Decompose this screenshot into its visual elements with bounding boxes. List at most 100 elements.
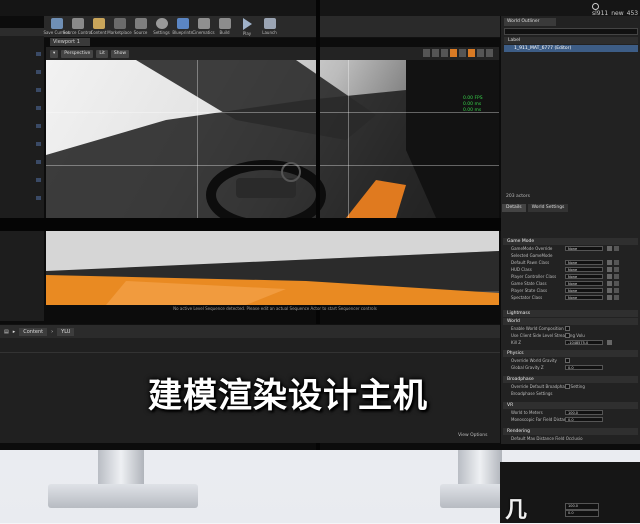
camera-speed-icon[interactable] (477, 49, 484, 57)
panel-row-icon[interactable] (36, 142, 41, 146)
browse-icon[interactable] (607, 260, 612, 265)
marketplace-button[interactable]: Marketplace (107, 16, 132, 38)
source-button[interactable]: Source (130, 16, 151, 38)
screen-top-dark (0, 0, 640, 16)
panel-row-icon[interactable] (36, 178, 41, 182)
viewport-grid-line (197, 60, 198, 218)
add-icon[interactable] (614, 295, 619, 300)
marketplace-icon (113, 18, 126, 29)
nav-arrow-icon[interactable]: ▸ (13, 329, 16, 335)
grid-snap-icon[interactable] (450, 49, 457, 57)
section-rendering[interactable]: Rendering (503, 428, 638, 435)
browse-icon[interactable] (607, 246, 612, 251)
rotate-icon[interactable] (432, 49, 439, 57)
source-icon (134, 18, 147, 29)
prop-spectator-class: Spectator Class None (503, 294, 638, 301)
content-browser-bar: ▤ ▸ Content › YLU (0, 324, 500, 338)
prop-override-gravity: Override World Gravity (503, 357, 638, 364)
source-control-button[interactable]: Source Control (63, 16, 92, 38)
browse-icon[interactable] (607, 281, 612, 286)
checkbox[interactable] (565, 358, 570, 363)
panel-row-icon[interactable] (36, 88, 41, 92)
section-world[interactable]: World (503, 318, 638, 325)
cinematics-icon (197, 18, 210, 29)
viewport-toolbar: ▾ Perspective Lit Show (46, 47, 499, 60)
world-outliner-tab[interactable]: World Outliner (504, 18, 556, 26)
browse-icon[interactable] (607, 267, 612, 272)
prop-override-broadphase: Override Default Broadphase Setting (511, 384, 585, 389)
checkbox[interactable] (565, 384, 570, 389)
details-tabs: Details World Settings (502, 204, 639, 212)
panel-row-icon[interactable] (36, 70, 41, 74)
viewport-tab[interactable]: Viewport 1 (50, 38, 90, 46)
left-monitor-stand-neck (98, 450, 144, 486)
browse-icon[interactable] (607, 295, 612, 300)
content-path-button[interactable]: Content (19, 327, 48, 336)
outliner-search-input[interactable] (504, 28, 638, 35)
translate-icon[interactable] (423, 49, 430, 57)
maximize-icon[interactable] (486, 49, 493, 57)
folder-icon[interactable]: ▤ (4, 329, 9, 335)
section-lightmass[interactable]: Lightmass (503, 310, 638, 317)
browse-icon[interactable] (607, 274, 612, 279)
build-button[interactable]: Build (214, 16, 235, 38)
tab-details[interactable]: Details (502, 204, 526, 212)
content-icon (92, 18, 105, 29)
prop-broadphase-settings: Broadphase Settings (511, 391, 553, 396)
left-panel-tab (0, 28, 44, 36)
browse-icon[interactable] (607, 288, 612, 293)
prop-player-controller: Player Controller Class None (503, 273, 638, 280)
panel-row-icon[interactable] (36, 52, 41, 56)
scale-snap-icon[interactable] (468, 49, 475, 57)
lit-button[interactable]: Lit (96, 49, 108, 58)
section-physics[interactable]: Physics (503, 350, 638, 357)
reset-icon[interactable] (607, 340, 612, 345)
add-icon[interactable] (614, 274, 619, 279)
gear-icon (155, 18, 168, 29)
settings-button[interactable]: Settings (151, 16, 172, 38)
section-game-mode[interactable]: Game Mode (503, 238, 638, 245)
checkbox[interactable] (565, 326, 570, 331)
perspective-button[interactable]: Perspective (61, 49, 94, 58)
section-broadphase[interactable]: Broadphase (503, 376, 638, 383)
modes-panel (0, 28, 44, 218)
launch-button[interactable]: Launch (259, 16, 280, 38)
content-browser-divider (0, 352, 500, 353)
cinematics-button[interactable]: Cinematics (192, 16, 215, 38)
panel-row-icon[interactable] (36, 160, 41, 164)
add-icon[interactable] (614, 281, 619, 286)
section-vr[interactable]: VR (503, 402, 638, 409)
outliner-label-column[interactable]: Label (504, 37, 638, 44)
tab-world-settings[interactable]: World Settings (527, 204, 569, 212)
car-body-render (46, 231, 499, 305)
viewport-render-lower[interactable] (46, 231, 499, 305)
panel-row-icon[interactable] (36, 106, 41, 110)
save-icon (50, 18, 63, 29)
panel-row-icon[interactable] (36, 124, 41, 128)
outliner-selected-row[interactable]: 1_911_MAT_6777 (Editor) (504, 45, 638, 52)
add-icon[interactable] (614, 267, 619, 272)
content-button[interactable]: Content (88, 16, 109, 38)
ylu-path-button[interactable]: YLU (57, 327, 75, 336)
window-title-fragment: sl911_new_453 (592, 3, 640, 17)
play-icon (242, 18, 252, 30)
prop-player-state: Player State Class None (503, 287, 638, 294)
add-icon[interactable] (614, 288, 619, 293)
viewport-render-upper[interactable] (46, 60, 499, 218)
play-button[interactable]: Play (235, 16, 259, 38)
prop-default-pawn: Default Pawn Class None (503, 259, 638, 266)
right-monitor-stand-neck (458, 450, 502, 486)
prop-global-gravity: Global Gravity Z 0.0 (503, 364, 638, 371)
add-icon[interactable] (614, 260, 619, 265)
main-toolbar: Save Current Source Control Content Mark… (43, 16, 500, 38)
prop-distance-field-occlusion: Default Max Distance Field Occlusio (511, 436, 583, 441)
show-button[interactable]: Show (110, 49, 130, 58)
panel-row-icon[interactable] (36, 196, 41, 200)
checkbox[interactable] (565, 333, 570, 338)
blueprints-button[interactable]: Blueprints (172, 16, 193, 38)
add-icon[interactable] (614, 246, 619, 251)
viewport-menu-button[interactable]: ▾ (50, 49, 59, 58)
scale-icon[interactable] (441, 49, 448, 57)
view-options-button[interactable]: View Options (458, 433, 487, 438)
angle-snap-icon[interactable] (459, 49, 466, 57)
